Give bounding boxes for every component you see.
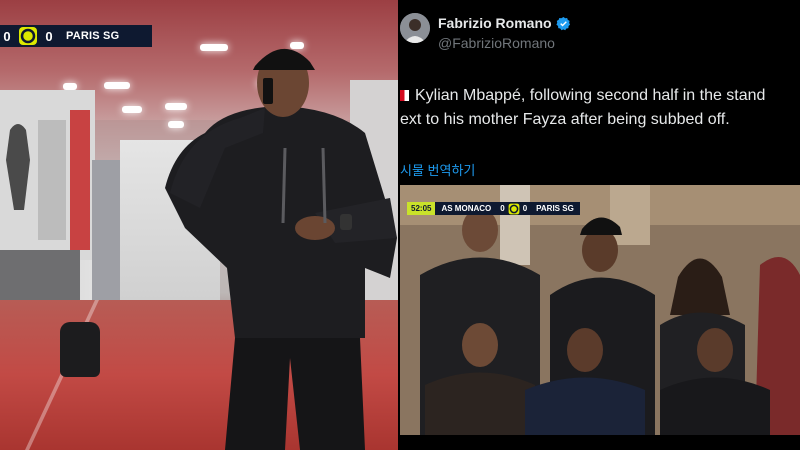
away-score: 0 bbox=[45, 28, 53, 44]
author-name-text[interactable]: Fabrizio Romano bbox=[438, 15, 552, 31]
ligue1-logo-icon bbox=[19, 27, 37, 45]
avatar-image bbox=[400, 13, 430, 43]
door bbox=[92, 160, 122, 320]
away-team: PARIS SG bbox=[66, 30, 120, 42]
tweet-body: Kylian Mbappé, following second half in … bbox=[400, 84, 800, 132]
away-score: 0 bbox=[522, 204, 528, 213]
backpack bbox=[60, 322, 100, 377]
home-score: 0 bbox=[3, 28, 11, 44]
home-team: AS MONACO bbox=[441, 204, 492, 213]
france-flag-icon bbox=[400, 90, 409, 101]
away-team: PARIS SG bbox=[536, 204, 574, 213]
player-mural bbox=[0, 90, 95, 260]
author-avatar[interactable] bbox=[400, 13, 430, 43]
author-name[interactable]: Fabrizio Romano bbox=[438, 15, 571, 31]
home-score: 0 bbox=[500, 204, 505, 213]
broadcast-frame: 0 0 PARIS SG bbox=[0, 0, 398, 450]
ceiling-light bbox=[63, 83, 77, 90]
media-scorebug: 52:05 AS MONACO 0 0 PARIS SG bbox=[407, 202, 580, 215]
tweet-line-2: ext to his mother Fayza after being subb… bbox=[400, 111, 730, 128]
tweet-media-photo[interactable]: 52:05 AS MONACO 0 0 PARIS SG bbox=[400, 185, 800, 435]
player-silhouette bbox=[165, 48, 397, 450]
ceiling-light bbox=[122, 106, 142, 113]
tweet-line-1: Kylian Mbappé, following second half in … bbox=[415, 87, 766, 104]
match-clock: 52:05 bbox=[407, 202, 436, 215]
scorebug: 0 0 PARIS SG bbox=[0, 25, 152, 47]
ligue1-logo-icon bbox=[508, 203, 520, 214]
translate-post-link[interactable]: 시물 번역하기 bbox=[400, 160, 475, 179]
stands-photo bbox=[400, 185, 800, 435]
player-on-phone bbox=[165, 38, 398, 450]
author-handle[interactable]: @FabrizioRomano bbox=[438, 35, 555, 51]
tweet-card: Fabrizio Romano @FabrizioRomano Kylian M… bbox=[400, 0, 800, 450]
verified-badge-icon bbox=[555, 16, 570, 30]
ceiling-light bbox=[104, 82, 130, 89]
